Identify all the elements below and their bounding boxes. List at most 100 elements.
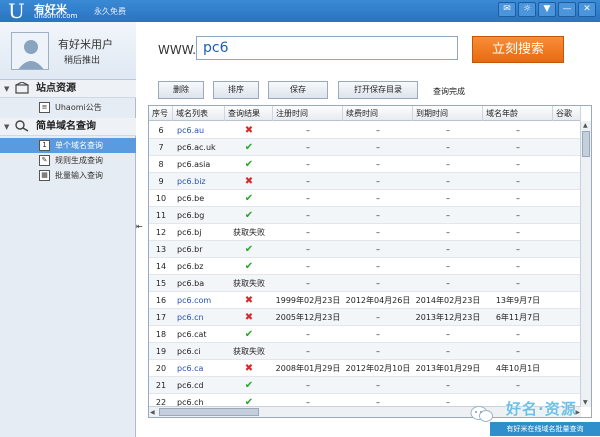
site-icon [15,82,30,94]
date-cell: – [306,126,310,135]
scroll-up-icon[interactable]: ▲ [583,122,588,129]
available-check-icon: ✔ [244,193,254,204]
table-row[interactable]: 11 pc6.bg ✔ – – – – [149,207,581,224]
close-icon[interactable]: ✕ [578,2,596,17]
scroll-left-icon[interactable]: ◀ [150,409,155,416]
sidebar-collapse-icon[interactable]: ⇤ [136,222,144,232]
table-row[interactable]: 21 pc6.cd ✔ – – – – [149,377,581,394]
table-row[interactable]: 6 pc6.au ✖ – – – – [149,122,581,139]
sidebar-item-batch-query[interactable]: ▦ 批量输入查询 [0,168,136,183]
section-domain-query[interactable]: ▼ 简单域名查询 [0,118,136,136]
table-row[interactable]: 12 pc6.bj 获取失败 – – – – [149,224,581,241]
date-cell: 13年9月7日 [495,296,541,305]
chat-icon[interactable]: ✉ [498,2,516,17]
collapse-triangle-icon: ▼ [4,85,10,93]
result-cell: ✖ [225,309,273,326]
result-cell: ✔ [225,326,273,343]
date-cell: – [516,347,520,356]
table-row[interactable]: 15 pc6.ba 获取失败 – – – – [149,275,581,292]
user-avatar-icon [12,33,48,69]
sidebar-item-notice[interactable]: ≡ Uhaomi公告 [0,100,136,115]
table-row[interactable]: 20 pc6.ca ✖ 2008年01月29日 2012年02月10日 2013年01月2… [149,360,581,377]
menu-icon[interactable]: ▼ [538,2,556,17]
table-row[interactable]: 7 pc6.ac.uk ✔ – – – – [149,139,581,156]
table-row[interactable]: 9 pc6.biz ✖ – – – – [149,173,581,190]
column-header[interactable]: 注册时间 [273,106,343,121]
table-row[interactable]: 19 pc6.ci 获取失败 – – – – [149,343,581,360]
watermark-caption: 有好米在线域名批量查询 [490,422,600,436]
table-row[interactable]: 17 pc6.cn ✖ 2005年12月23日 – 2013年12月23日 6年11月7日 [149,309,581,326]
column-header[interactable]: 域名列表 [173,106,225,121]
result-cell: 获取失败 [233,228,265,237]
sidebar-item-rule-query[interactable]: ✎ 规则生成查询 [0,153,136,168]
date-cell: 2005年12月23日 [275,313,341,322]
table-row[interactable]: 13 pc6.br ✔ – – – – [149,241,581,258]
domain-cell: pc6.cn [177,313,204,322]
open-save-dir-button[interactable]: 打开保存目录 [338,81,418,99]
date-cell: – [306,279,310,288]
vertical-scrollbar[interactable]: ▲ ▼ [580,121,591,407]
skin-icon[interactable]: ☼ [518,2,536,17]
table-row[interactable]: 14 pc6.bz ✔ – – – – [149,258,581,275]
column-header[interactable]: 谷歌 [553,106,581,121]
index-cell: 9 [158,177,164,186]
date-cell: – [376,330,380,339]
index-cell: 7 [158,143,164,152]
available-check-icon: ✔ [244,142,254,153]
avatar[interactable] [11,32,49,70]
date-cell: 2014年02月23日 [415,296,481,305]
column-header[interactable]: 查询结果 [225,106,273,121]
table-row[interactable]: 8 pc6.asia ✔ – – – – [149,156,581,173]
date-cell: 1999年02月23日 [275,296,341,305]
column-header[interactable]: 续费时间 [343,106,413,121]
available-check-icon: ✔ [244,329,254,340]
save-button[interactable]: 保存 [268,81,328,99]
date-cell: – [516,177,520,186]
date-cell: – [516,126,520,135]
search-button[interactable]: 立刻搜索 [472,36,564,63]
date-cell: – [516,381,520,390]
date-cell: – [516,330,520,339]
taken-cross-icon: ✖ [244,125,254,136]
logout-link[interactable]: 稍后推出 [64,53,100,66]
date-cell: – [376,194,380,203]
sidebar: 有好米用户 稍后推出 ▼ 站点资源 ≡ Uhaomi公告 ▼ 简单域名查询 1 … [0,22,136,437]
title-bar: U 有好米 uhaomi.com 永久免费 ✉ ☼ ▼ — ✕ [0,0,600,22]
index-cell: 12 [155,228,167,237]
wechat-logo-icon [470,406,493,422]
date-cell: – [306,381,310,390]
minimize-icon[interactable]: — [558,2,576,17]
table-row[interactable]: 18 pc6.cat ✔ – – – – [149,326,581,343]
available-check-icon: ✔ [244,244,254,255]
app-tagline: 永久免费 [94,7,126,16]
table-row[interactable]: 10 pc6.be ✔ – – – – [149,190,581,207]
column-header[interactable]: 序号 [149,106,173,121]
date-cell: – [376,262,380,271]
date-cell: – [516,228,520,237]
date-cell: – [376,177,380,186]
index-cell: 18 [155,330,167,339]
date-cell: – [306,330,310,339]
date-cell: – [306,347,310,356]
delete-button[interactable]: 删除 [158,81,204,99]
collapse-triangle-icon: ▼ [4,123,10,131]
domain-input[interactable]: pc6 [196,36,458,60]
table-row[interactable]: 16 pc6.com ✖ 1999年02月23日 2012年04月26日 2014年02月… [149,292,581,309]
vertical-scroll-thumb[interactable] [582,131,590,157]
date-cell: – [376,160,380,169]
horizontal-scroll-thumb[interactable] [159,408,259,416]
domain-cell: pc6.be [177,194,205,203]
number-1-icon: 1 [39,140,50,151]
column-header[interactable]: 域名年龄 [483,106,553,121]
watermark: 好名·资源 有好米在线域名批量查询 [470,398,600,437]
result-cell: ✔ [225,207,273,224]
date-cell: – [446,330,450,339]
index-cell: 19 [155,347,167,356]
date-cell: – [306,194,310,203]
sidebar-item-single-query[interactable]: 1 单个域名查询 [0,138,136,153]
status-text: 查询完成 [433,87,465,96]
sort-button[interactable]: 排序 [213,81,259,99]
section-site-resources[interactable]: ▼ 站点资源 [0,80,136,98]
result-cell: ✖ [225,292,273,309]
column-header[interactable]: 到期时间 [413,106,483,121]
